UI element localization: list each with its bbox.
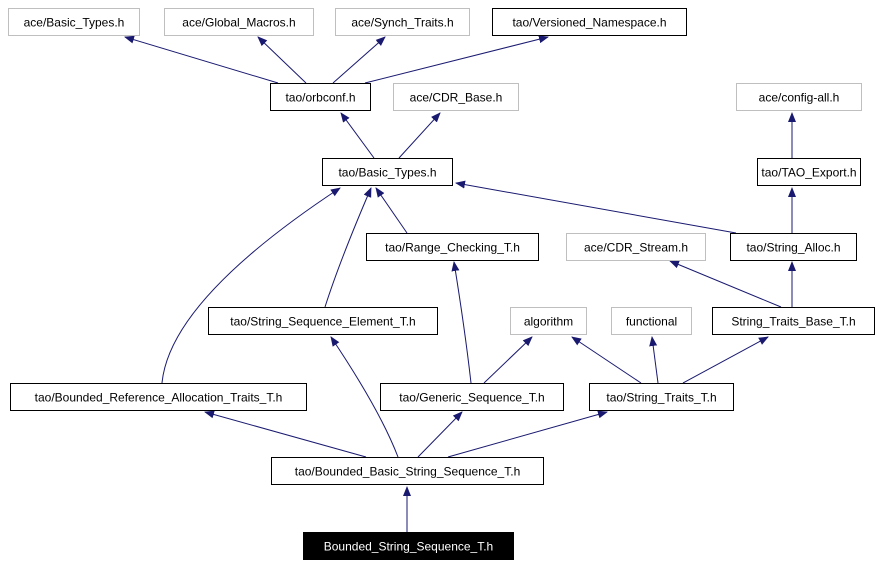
edge-tao-generic-sequence-to-tao-range-checking <box>451 261 472 384</box>
node-label: ace/Global_Macros.h <box>182 16 295 30</box>
edge-tao-bounded-basic-string-sequence-to-tao-generic-sequence <box>417 411 463 458</box>
nodes-layer: ace/Basic_Types.h ace/Global_Macros.h ace/… <box>8 8 875 560</box>
edge-tao-basic-types-to-ace-cdr-base <box>398 112 441 159</box>
node-label: ace/Synch_Traits.h <box>351 16 453 30</box>
edge-tao-orbconf-to-ace-basic-types <box>124 35 279 84</box>
node-ace-cdr-base: ace/CDR_Base.h <box>393 83 519 111</box>
edge-tao-string-sequence-element-to-tao-basic-types <box>324 187 372 308</box>
node-ace-config-all: ace/config-all.h <box>736 83 862 111</box>
edge-tao-orbconf-to-ace-synch-traits <box>332 36 386 84</box>
node-label: Bounded_String_Sequence_T.h <box>324 540 493 554</box>
node-label: functional <box>626 315 677 329</box>
node-label: tao/Range_Checking_T.h <box>385 241 520 255</box>
node-tao-versioned-namespace[interactable]: tao/Versioned_Namespace.h <box>492 8 687 36</box>
edge-tao-string-traits-to-string-traits-base <box>682 336 769 384</box>
node-ace-global-macros: ace/Global_Macros.h <box>164 8 314 36</box>
node-functional: functional <box>611 307 692 335</box>
node-tao-range-checking[interactable]: tao/Range_Checking_T.h <box>366 233 539 261</box>
node-ace-cdr-stream: ace/CDR_Stream.h <box>566 233 706 261</box>
edge-tao-string-traits-to-functional <box>649 336 659 384</box>
node-tao-bounded-basic-string-sequence[interactable]: tao/Bounded_Basic_String_Sequence_T.h <box>271 457 544 485</box>
edge-tao-string-traits-to-algorithm <box>571 336 642 384</box>
node-tao-string-traits[interactable]: tao/String_Traits_T.h <box>589 383 734 411</box>
node-label: algorithm <box>524 315 573 329</box>
node-ace-basic-types: ace/Basic_Types.h <box>8 8 140 36</box>
node-label: tao/orbconf.h <box>285 91 355 105</box>
node-label: tao/Bounded_Basic_String_Sequence_T.h <box>295 465 521 479</box>
edge-tao-orbconf-to-ace-global-macros <box>257 36 307 84</box>
node-tao-basic-types[interactable]: tao/Basic_Types.h <box>322 158 453 186</box>
edge-tao-orbconf-to-tao-versioned-namespace <box>364 35 549 84</box>
edge-tao-bounded-reference-allocation-traits-to-tao-basic-types <box>161 187 341 384</box>
node-label: tao/String_Sequence_Element_T.h <box>230 315 415 329</box>
node-string-traits-base[interactable]: String_Traits_Base_T.h <box>712 307 875 335</box>
node-tao-string-alloc[interactable]: tao/String_Alloc.h <box>730 233 857 261</box>
node-tao-generic-sequence[interactable]: tao/Generic_Sequence_T.h <box>380 383 564 411</box>
node-tao-orbconf[interactable]: tao/orbconf.h <box>270 83 371 111</box>
node-label: tao/Bounded_Reference_Allocation_Traits_… <box>35 391 283 405</box>
node-label: tao/String_Alloc.h <box>746 241 840 255</box>
node-label: tao/Generic_Sequence_T.h <box>399 391 544 405</box>
node-label: tao/Basic_Types.h <box>338 166 436 180</box>
edge-tao-basic-types-to-tao-orbconf <box>340 112 375 159</box>
edge-string-traits-base-to-ace-cdr-stream <box>669 260 782 308</box>
node-label: tao/String_Traits_T.h <box>606 391 716 405</box>
include-dependency-graph: ace/Basic_Types.h ace/Global_Macros.h ace/… <box>8 8 875 560</box>
node-label: ace/CDR_Base.h <box>410 91 503 105</box>
node-label: tao/TAO_Export.h <box>761 166 856 180</box>
node-label: ace/config-all.h <box>759 91 840 105</box>
node-label: ace/Basic_Types.h <box>24 16 125 30</box>
edge-tao-string-alloc-to-tao-basic-types <box>455 180 737 234</box>
node-ace-synch-traits: ace/Synch_Traits.h <box>335 8 470 36</box>
node-label: ace/CDR_Stream.h <box>584 241 688 255</box>
node-algorithm: algorithm <box>510 307 587 335</box>
node-label: String_Traits_Base_T.h <box>731 315 855 329</box>
node-bounded-string-sequence: Bounded_String_Sequence_T.h <box>303 532 514 560</box>
edge-tao-bounded-basic-string-sequence-to-tao-string-traits <box>447 410 608 458</box>
edge-tao-generic-sequence-to-algorithm <box>483 336 533 384</box>
node-tao-tao-export[interactable]: tao/TAO_Export.h <box>757 158 861 186</box>
node-tao-bounded-reference-allocation-traits[interactable]: tao/Bounded_Reference_Allocation_Traits_… <box>10 383 307 411</box>
node-tao-string-sequence-element[interactable]: tao/String_Sequence_Element_T.h <box>208 307 438 335</box>
edge-tao-bounded-basic-string-sequence-to-tao-bounded-reference-allocation-traits <box>204 410 367 458</box>
node-label: tao/Versioned_Namespace.h <box>512 16 666 30</box>
edge-tao-range-checking-to-tao-basic-types <box>375 187 408 234</box>
